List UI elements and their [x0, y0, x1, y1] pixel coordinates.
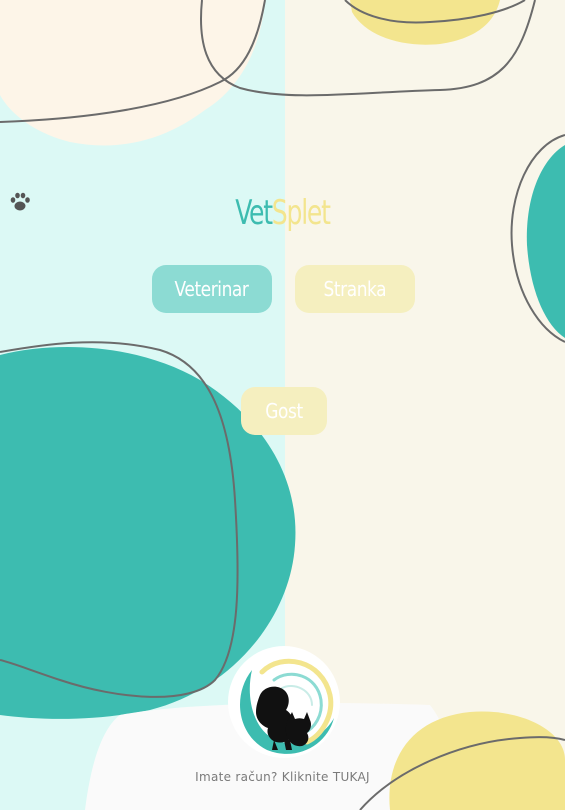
- paw-icon: [10, 192, 30, 211]
- brand-title-splet: Splet: [271, 193, 331, 233]
- login-link[interactable]: TUKAJ: [333, 770, 370, 784]
- footer-text: Imate račun? Kliknite: [195, 770, 333, 784]
- login-screen: VetSplet Veterinar Stranka Gost Imate ra…: [0, 0, 565, 810]
- stranka-button-label: Stranka: [323, 277, 387, 301]
- veterinar-button-label: Veterinar: [175, 277, 249, 301]
- brand-title: VetSplet: [51, 193, 514, 233]
- dog-cat-logo-icon: [228, 646, 340, 758]
- top-left-cream-blob: [0, 0, 265, 146]
- brand-title-vet: Vet: [235, 193, 273, 233]
- gost-button[interactable]: Gost: [241, 387, 327, 435]
- stranka-button[interactable]: Stranka: [295, 265, 415, 313]
- veterinar-button[interactable]: Veterinar: [152, 265, 272, 313]
- gost-button-label: Gost: [265, 399, 303, 423]
- footer-login-prompt: Imate račun? Kliknite TUKAJ: [0, 770, 565, 784]
